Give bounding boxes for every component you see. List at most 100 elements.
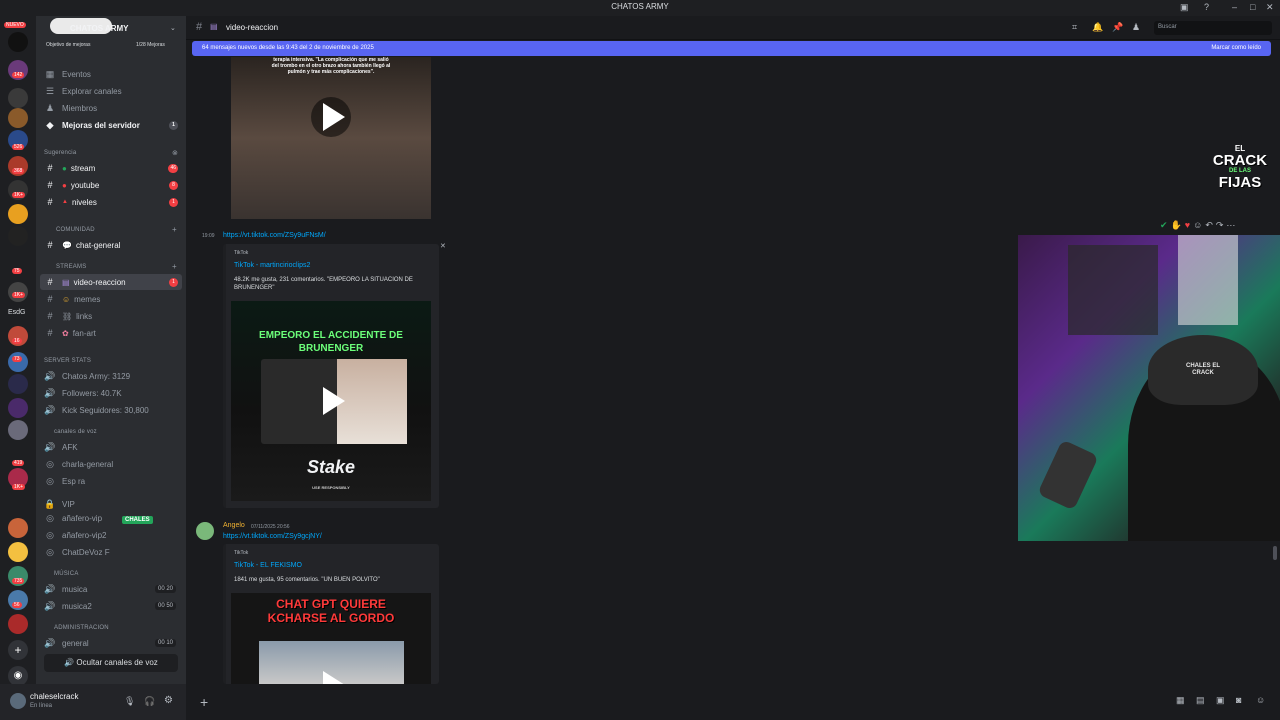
hide-voice-channels-button[interactable]: 🔊 Ocultar canales de voz: [44, 654, 178, 672]
avatar[interactable]: [196, 522, 214, 540]
heart-reaction-icon[interactable]: ♥: [1185, 220, 1193, 230]
gift-icon[interactable]: ▤: [1196, 695, 1205, 706]
chevron-down-icon[interactable]: ⌄: [170, 24, 176, 32]
emoji-icon[interactable]: ☺: [1256, 695, 1265, 705]
stat-followers[interactable]: 🔊 Followers: 40.7K: [40, 385, 182, 401]
category-streams[interactable]: STREAMS: [56, 264, 86, 270]
message-link[interactable]: https://vt.tiktok.com/ZSy9gcjNY/: [223, 533, 322, 540]
category-voice[interactable]: canales de voz: [54, 429, 97, 435]
message-actions[interactable]: ✔✋♥☺↶↷⋯: [1160, 220, 1238, 231]
server-icon[interactable]: [8, 420, 28, 440]
dismiss-icon[interactable]: ⊗: [172, 149, 178, 157]
channel-niveles[interactable]: # ▲ niveles 1: [40, 194, 182, 210]
bell-icon[interactable]: 🔔: [1092, 22, 1103, 33]
attach-plus-icon[interactable]: +: [200, 694, 208, 710]
gif-icon[interactable]: ▣: [1216, 695, 1225, 706]
server-icon[interactable]: [8, 542, 28, 562]
server-icon[interactable]: [8, 614, 28, 634]
help-icon[interactable]: ?: [1204, 2, 1209, 12]
settings-gear-icon[interactable]: ⚙: [164, 695, 173, 706]
voice-musica[interactable]: 🔊 musica 00 20: [40, 581, 182, 597]
avatar[interactable]: [10, 693, 26, 709]
stat-kick[interactable]: 🔊 Kick Seguidores: 30,800: [40, 402, 182, 418]
server-icon[interactable]: [8, 204, 28, 224]
channel-fan-art[interactable]: # ✿ fan-art: [40, 325, 182, 341]
voice-anafero-vip[interactable]: ◎ añafero-vip: [40, 510, 182, 526]
add-server-icon[interactable]: +: [8, 640, 28, 660]
video-embed[interactable]: terapia intensiva. "La complicación que …: [231, 57, 431, 219]
server-header[interactable]: CHATOS ARMY ⌄ Objetivo de mejoras 1/28 M…: [36, 16, 186, 56]
apps-icon[interactable]: ▦: [1176, 695, 1185, 706]
member-list-icon[interactable]: ♟: [1132, 22, 1140, 33]
server-icon[interactable]: [8, 226, 28, 246]
category-server-stats[interactable]: SERVER STATS: [44, 358, 91, 364]
headphones-icon[interactable]: 🎧: [144, 696, 155, 707]
voice-chatdevoz[interactable]: ◎ ChatDeVoz F: [40, 544, 182, 560]
embed-title[interactable]: TikTok - EL FEKISMO: [234, 562, 302, 569]
channel-chat-general[interactable]: # 💬 chat-general: [40, 237, 182, 253]
reply-icon[interactable]: ↶: [1205, 220, 1216, 230]
add-channel-icon[interactable]: +: [172, 262, 177, 271]
more-icon[interactable]: ⋯: [1226, 220, 1238, 230]
nav-events[interactable]: ▦ Eventos: [40, 66, 182, 82]
video-embed[interactable]: EMPEORO EL ACCIDENTE DE BRUNENGER Stake …: [231, 301, 431, 501]
stat-chatos[interactable]: 🔊 Chatos Army: 3129: [40, 368, 182, 384]
voice-espera[interactable]: ◎ Esp ra: [40, 473, 182, 489]
embed-title[interactable]: TikTok - martincirioclips2: [234, 262, 310, 269]
channel-memes[interactable]: # ☺ memes: [40, 291, 182, 307]
message-author[interactable]: Angelo: [223, 522, 245, 529]
add-reaction-icon[interactable]: ☺: [1193, 220, 1205, 230]
voice-general[interactable]: 🔊 general 00 10: [40, 635, 182, 651]
search-input[interactable]: Buscar: [1154, 21, 1272, 35]
server-icon[interactable]: [8, 88, 28, 108]
remove-embed-icon[interactable]: ✕: [440, 242, 446, 250]
message-input[interactable]: [222, 692, 1102, 710]
sticker-icon[interactable]: ◙: [1236, 695, 1241, 705]
category-community[interactable]: COMUNIDAD: [56, 227, 95, 233]
maximize-icon[interactable]: □: [1250, 2, 1255, 12]
forward-icon[interactable]: ↷: [1216, 220, 1227, 230]
server-icon[interactable]: [8, 352, 28, 372]
category-admin[interactable]: ADMINISTRACION: [54, 625, 109, 631]
discover-icon[interactable]: ◉: [8, 666, 28, 686]
play-icon[interactable]: [323, 387, 345, 415]
scrollbar-thumb[interactable]: [1273, 546, 1277, 560]
voice-charla-general[interactable]: ◎ charla-general: [40, 456, 182, 472]
server-icon[interactable]: [8, 398, 28, 418]
channel-youtube[interactable]: # ● youtube 8: [40, 177, 182, 193]
nav-members[interactable]: ♟ Miembros: [40, 100, 182, 116]
nav-server-boosts[interactable]: ◆ Mejoras del servidor 1: [40, 117, 182, 133]
server-icon[interactable]: [8, 374, 28, 394]
play-icon[interactable]: [323, 671, 345, 684]
video-embed[interactable]: CHAT GPT QUIERE KCHARSE AL GORDO: [231, 593, 431, 684]
message-link[interactable]: https://vt.tiktok.com/ZSy9uFNsM/: [223, 232, 326, 239]
category-suggestion[interactable]: Sugerencia: [44, 150, 76, 156]
close-icon[interactable]: ✕: [1266, 2, 1274, 13]
channel-video-reaccion[interactable]: # ▤ video-reaccion 1: [40, 274, 182, 290]
ok-reaction-icon[interactable]: ✋: [1171, 220, 1185, 230]
channel-stream[interactable]: # ● stream 46: [40, 160, 182, 176]
channel-links[interactable]: # ⛓ links: [40, 308, 182, 324]
voice-anafero-vip2[interactable]: ◎ añafero-vip2: [40, 527, 182, 543]
server-icon[interactable]: [8, 518, 28, 538]
server-text-icon[interactable]: EsdG: [8, 309, 26, 316]
username[interactable]: chaleselcrack: [30, 692, 78, 701]
nav-explore-channels[interactable]: ☰ Explorar canales: [40, 83, 182, 99]
server-icon[interactable]: [8, 32, 28, 52]
minimize-icon[interactable]: –: [1232, 2, 1237, 12]
poster: [1068, 245, 1158, 335]
microphone-icon[interactable]: 🎙: [124, 696, 135, 707]
inbox-icon[interactable]: ▣: [1180, 2, 1189, 13]
voice-afk[interactable]: 🔊 AFK: [40, 439, 182, 455]
add-channel-icon[interactable]: +: [172, 225, 177, 234]
new-messages-bar[interactable]: 64 mensajes nuevos desde las 9:43 del 2 …: [192, 41, 1271, 56]
voice-musica2[interactable]: 🔊 musica2 00 50: [40, 598, 182, 614]
server-icon[interactable]: [8, 108, 28, 128]
webcam-overlay: CHALES EL CRACK: [1018, 235, 1280, 541]
check-reaction-icon[interactable]: ✔: [1160, 220, 1171, 230]
mark-as-read-button[interactable]: Marcar como leído: [1211, 45, 1261, 51]
play-icon[interactable]: [323, 103, 345, 131]
category-music[interactable]: MÚSICA: [54, 571, 79, 577]
threads-icon[interactable]: ⌗: [1072, 22, 1077, 33]
pin-icon[interactable]: 📌: [1112, 22, 1123, 33]
